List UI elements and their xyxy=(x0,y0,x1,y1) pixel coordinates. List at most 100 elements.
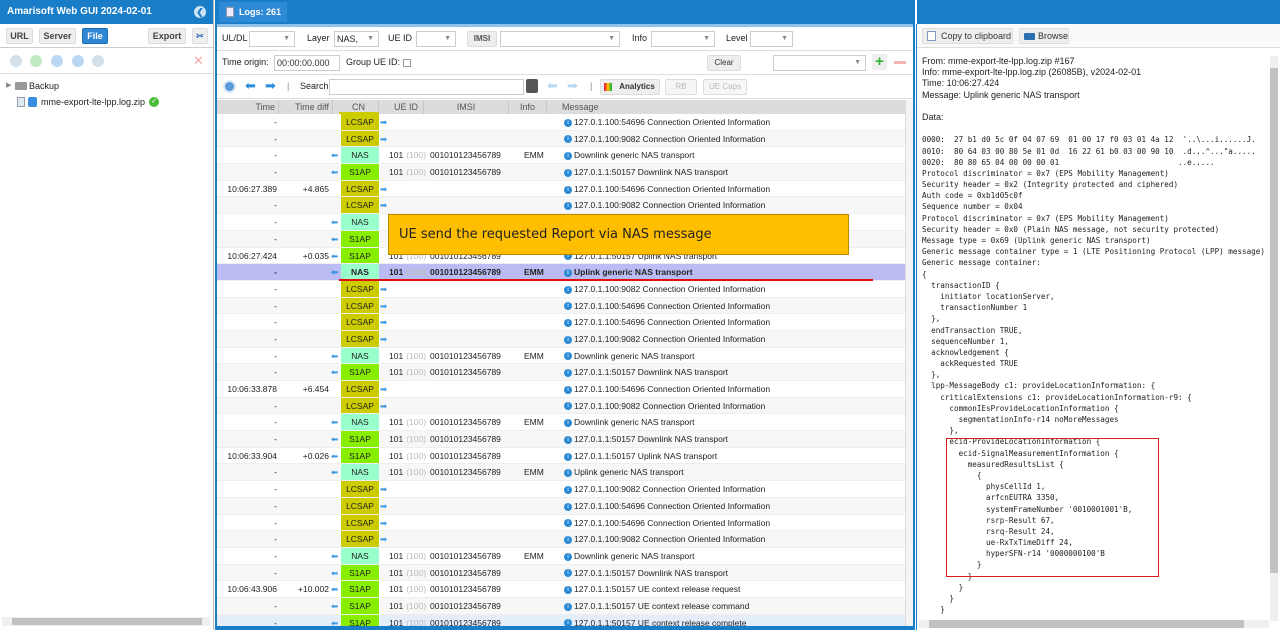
level-select[interactable]: ▼ xyxy=(750,31,793,47)
log-row[interactable]: - ⬅ S1AP 101 (100) 001010123456789 i 127.0.1.1:… xyxy=(217,364,905,381)
rb-button[interactable]: RB xyxy=(665,79,697,95)
vertical-scrollbar[interactable] xyxy=(1270,56,1278,621)
info-icon[interactable]: i xyxy=(564,452,572,461)
ue-caps-button[interactable]: UE Caps xyxy=(703,79,747,95)
imsi-select[interactable]: ▼ xyxy=(500,31,620,47)
tab-logs[interactable]: Logs: 261 xyxy=(219,2,287,22)
col-time-diff[interactable]: Time diff xyxy=(279,100,333,114)
collapse-panel-icon[interactable]: ❮ xyxy=(194,6,206,18)
info-icon[interactable]: i xyxy=(564,569,572,578)
arrow-right-icon[interactable]: ➡ xyxy=(567,78,578,94)
tree-file-log[interactable]: mme-export-lte-lpp.log.zip ✓ xyxy=(0,94,213,110)
log-row[interactable]: - ⬅ S1AP 101 (100) 001010123456789 i 127.0.1.1:… xyxy=(217,564,905,582)
remove-icon[interactable] xyxy=(894,61,906,64)
log-row[interactable]: - LCSAP ➡ i 127.0.1.100:54696 Connection Ori… xyxy=(217,497,905,515)
log-row[interactable]: 10:06:27.389 +4.865 LCSAP ➡ i 127.0.1.100:546… xyxy=(217,180,905,198)
info-icon[interactable]: i xyxy=(564,352,572,361)
tab-url[interactable]: URL xyxy=(6,28,33,44)
arrow-right-icon[interactable]: ➡ xyxy=(265,78,276,94)
info-icon[interactable]: i xyxy=(564,435,572,444)
log-row[interactable]: 10:06:33.904 +0.026 ⬅ S1AP 101 (100) 001010123… xyxy=(217,447,905,465)
preset-select[interactable]: ▼ xyxy=(773,55,866,71)
info-icon[interactable]: i xyxy=(564,469,572,478)
info-icon[interactable]: i xyxy=(564,419,572,428)
info-icon[interactable]: i xyxy=(564,268,572,277)
close-icon[interactable]: ✕ xyxy=(193,53,204,69)
browse-button[interactable]: Browse xyxy=(1019,28,1069,44)
clear-button[interactable]: Clear xyxy=(707,55,741,71)
add-icon[interactable]: + xyxy=(872,54,887,70)
log-row[interactable]: - LCSAP ➡ i 127.0.1.100:9082 Connection Orie… xyxy=(217,197,905,215)
info-icon[interactable]: i xyxy=(564,385,572,394)
info-icon[interactable]: i xyxy=(564,168,572,177)
log-row[interactable]: - LCSAP ➡ i 127.0.1.100:9082 Connection Orie… xyxy=(217,280,905,298)
arrow-left-icon[interactable]: ⬅ xyxy=(245,78,256,94)
info-icon[interactable]: i xyxy=(564,118,572,127)
log-row[interactable]: - LCSAP ➡ i 127.0.1.100:9082 Connection Orie… xyxy=(217,330,905,348)
log-row[interactable]: - LCSAP ➡ i 127.0.1.100:54696 Connection Ori… xyxy=(217,114,905,131)
tab-server[interactable]: Server xyxy=(39,28,76,44)
binoculars-icon[interactable] xyxy=(526,79,538,93)
log-row[interactable]: - ⬅ S1AP 101 (100) 001010123456789 i 127.0.1.1:… xyxy=(217,614,905,626)
info-icon[interactable]: i xyxy=(564,402,572,411)
scissors-icon[interactable]: ✂ xyxy=(192,28,208,44)
export-button[interactable]: Export xyxy=(148,28,186,44)
info-icon[interactable]: i xyxy=(564,369,572,378)
log-row[interactable]: - LCSAP ➡ i 127.0.1.100:9082 Connection Orie… xyxy=(217,397,905,415)
horizontal-scrollbar[interactable] xyxy=(919,620,1269,628)
vertical-scrollbar[interactable] xyxy=(905,100,913,626)
log-row[interactable]: - ⬅ NAS 101 (100) 001010123456789 EMM i Downlink… xyxy=(217,414,905,432)
log-row[interactable]: - LCSAP ➡ i 127.0.1.100:54696 Connection Ori… xyxy=(217,314,905,331)
check-icon[interactable] xyxy=(30,55,42,67)
horizontal-scrollbar[interactable] xyxy=(2,617,210,626)
info-icon[interactable]: i xyxy=(564,535,572,544)
log-row[interactable]: - ⬅ S1AP 101 (100) 001010123456789 i 127.0.1.1:… xyxy=(217,431,905,448)
log-row[interactable]: - ⬅ S1AP 101 (100) 001010123456789 i 127.0.1.1:… xyxy=(217,164,905,181)
info-icon[interactable]: i xyxy=(564,519,572,528)
group-ue-checkbox[interactable] xyxy=(403,59,411,67)
info-icon[interactable]: i xyxy=(564,202,572,211)
info-icon[interactable]: i xyxy=(564,285,572,294)
log-row[interactable]: - LCSAP ➡ i 127.0.1.100:9082 Connection Orie… xyxy=(217,481,905,498)
col-ue-id[interactable]: UE ID xyxy=(387,100,424,114)
wrench-icon[interactable] xyxy=(10,55,22,67)
time-origin-input[interactable]: 00:00:00.000 xyxy=(274,55,340,71)
refresh-icon[interactable] xyxy=(51,55,63,67)
col-time[interactable]: Time xyxy=(217,100,279,114)
col-info[interactable]: Info xyxy=(509,100,547,114)
info-icon[interactable]: i xyxy=(564,319,572,327)
col-cn[interactable]: CN xyxy=(339,100,379,114)
col-imsi[interactable]: IMSI xyxy=(424,100,509,114)
log-row[interactable]: - ⬅ NAS 101 (100) 001010123456789 EMM i Downlink… xyxy=(217,347,905,365)
log-row[interactable]: - ⬅ NAS 101 (100) 001010123456789 EMM i Uplink g… xyxy=(217,464,905,482)
analytics-button[interactable]: Analytics xyxy=(600,79,660,95)
tab-file[interactable]: File xyxy=(82,28,108,44)
layer-select[interactable]: NAS, ▼ xyxy=(334,31,379,47)
scissors-icon[interactable] xyxy=(92,55,104,67)
log-row[interactable]: - ⬅ S1AP 101 (100) 001010123456789 i 127.0.1.1:… xyxy=(217,597,905,615)
info-icon[interactable]: i xyxy=(564,602,572,611)
info-icon[interactable]: i xyxy=(564,619,572,626)
imsi-button[interactable]: IMSI xyxy=(467,31,497,47)
uldl-select[interactable]: ▼ xyxy=(249,31,295,47)
info-select[interactable]: ▼ xyxy=(651,31,715,47)
info-icon[interactable]: i xyxy=(564,586,572,594)
info-icon[interactable]: i xyxy=(564,185,572,194)
info-icon[interactable]: i xyxy=(564,485,572,494)
log-row[interactable]: - LCSAP ➡ i 127.0.1.100:54696 Connection Ori… xyxy=(217,514,905,532)
info-icon[interactable]: i xyxy=(564,302,572,311)
log-row[interactable]: - LCSAP ➡ i 127.0.1.100:9082 Connection Orie… xyxy=(217,130,905,148)
info-icon[interactable]: i xyxy=(564,335,572,344)
log-row[interactable]: - LCSAP ➡ i 127.0.1.100:54696 Connection Ori… xyxy=(217,297,905,315)
info-icon[interactable]: i xyxy=(564,152,572,161)
clock-icon[interactable] xyxy=(223,80,236,93)
expand-arrow-icon[interactable]: ▶ xyxy=(6,78,11,94)
info-icon[interactable]: i xyxy=(564,135,572,144)
log-row[interactable]: - ⬅ NAS 101 (100) 001010123456789 EMM i Downlink… xyxy=(217,147,905,165)
play-icon[interactable] xyxy=(72,55,84,67)
col-message[interactable]: Message xyxy=(547,100,905,114)
arrow-left-icon[interactable]: ⬅ xyxy=(547,78,558,94)
log-row[interactable]: - ⬅ NAS 101 (100) 001010123456789 EMM i Downlink… xyxy=(217,547,905,565)
info-icon[interactable]: i xyxy=(564,552,572,561)
tree-folder-backup[interactable]: ▶ Backup xyxy=(0,78,213,94)
